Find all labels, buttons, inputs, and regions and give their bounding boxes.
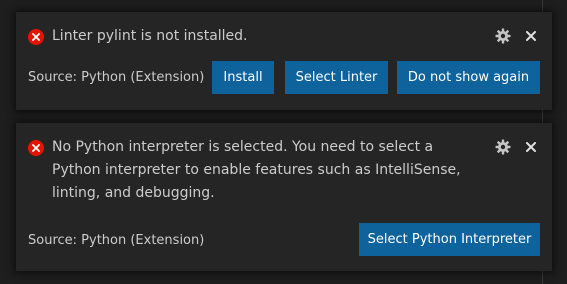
notification-interpreter: No Python interpreter is selected. You n… bbox=[16, 123, 552, 271]
gear-icon[interactable] bbox=[494, 138, 512, 156]
notification-source: Source: Python (Extension) bbox=[28, 233, 205, 248]
error-icon bbox=[28, 29, 44, 45]
gear-icon[interactable] bbox=[494, 27, 512, 45]
notification-linter: Linter pylint is not installed. Source: … bbox=[16, 12, 552, 110]
do-not-show-again-button[interactable]: Do not show again bbox=[397, 61, 540, 94]
close-icon[interactable] bbox=[523, 27, 539, 45]
notification-message: Linter pylint is not installed. bbox=[52, 28, 248, 44]
close-icon[interactable] bbox=[523, 138, 539, 156]
notification-message: No Python interpreter is selected. You n… bbox=[52, 139, 461, 201]
error-icon bbox=[28, 140, 44, 156]
notification-source: Source: Python (Extension) bbox=[28, 70, 205, 85]
install-button[interactable]: Install bbox=[212, 61, 274, 94]
select-python-interpreter-button[interactable]: Select Python Interpreter bbox=[359, 223, 540, 256]
select-linter-button[interactable]: Select Linter bbox=[285, 61, 388, 94]
